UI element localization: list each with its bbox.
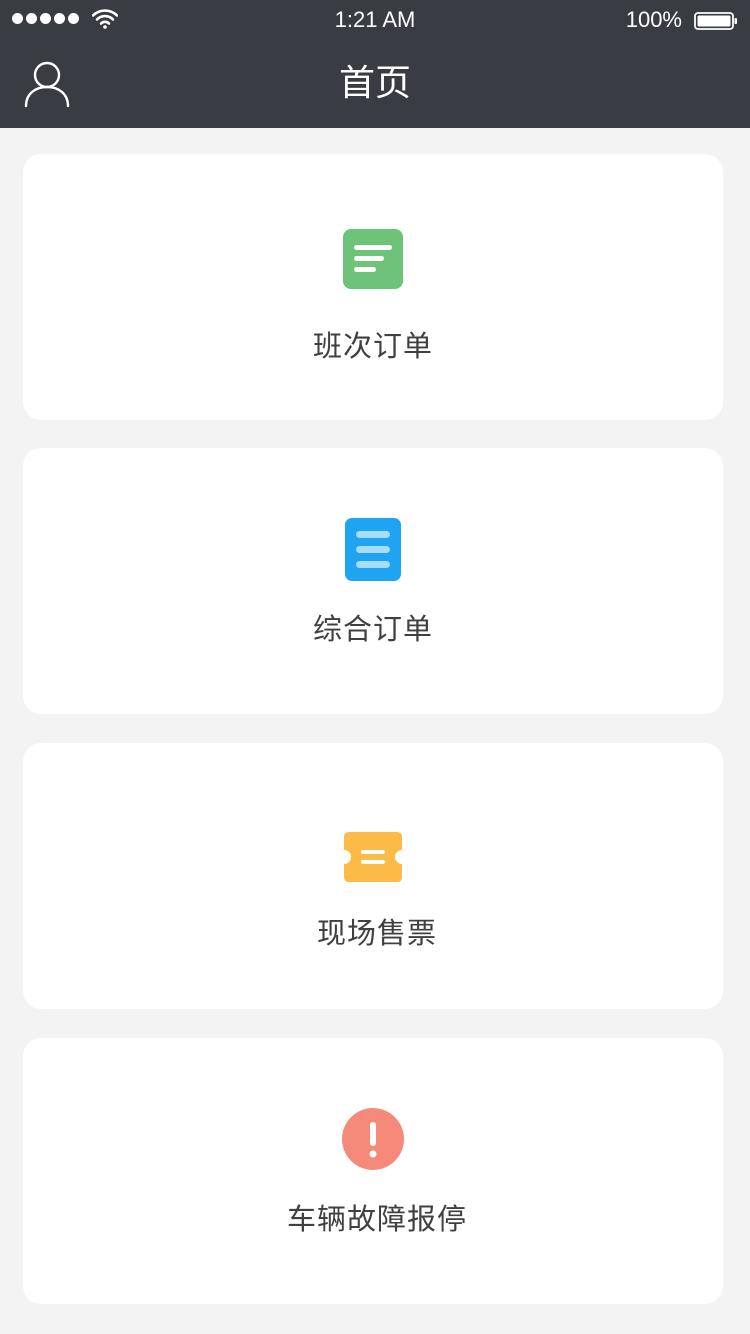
shift-order-icon [343, 229, 403, 289]
shift-order-label: 班次订单 [312, 329, 433, 363]
comprehensive-order-label: 综合订单 [312, 612, 433, 646]
vehicle-fault-label: 车辆故障报停 [286, 1202, 467, 1236]
page-title: 首页 [338, 63, 411, 104]
top-header: 1:21 AM 100% 首页 [0, 0, 750, 128]
status-bar: 1:21 AM 100% [0, 0, 750, 40]
battery-icon [694, 12, 737, 30]
shift-order-card[interactable]: 班次订单 [23, 154, 723, 420]
ticket-icon [344, 832, 402, 882]
vehicle-fault-card[interactable]: 车辆故障报停 [23, 1038, 723, 1304]
fault-alert-icon [342, 1108, 404, 1170]
comprehensive-order-icon [345, 518, 401, 581]
comprehensive-order-card[interactable]: 综合订单 [23, 448, 723, 714]
battery-percentage: 100% [625, 7, 682, 32]
onsite-ticket-label: 现场售票 [316, 916, 437, 950]
onsite-ticket-card[interactable]: 现场售票 [23, 743, 723, 1009]
